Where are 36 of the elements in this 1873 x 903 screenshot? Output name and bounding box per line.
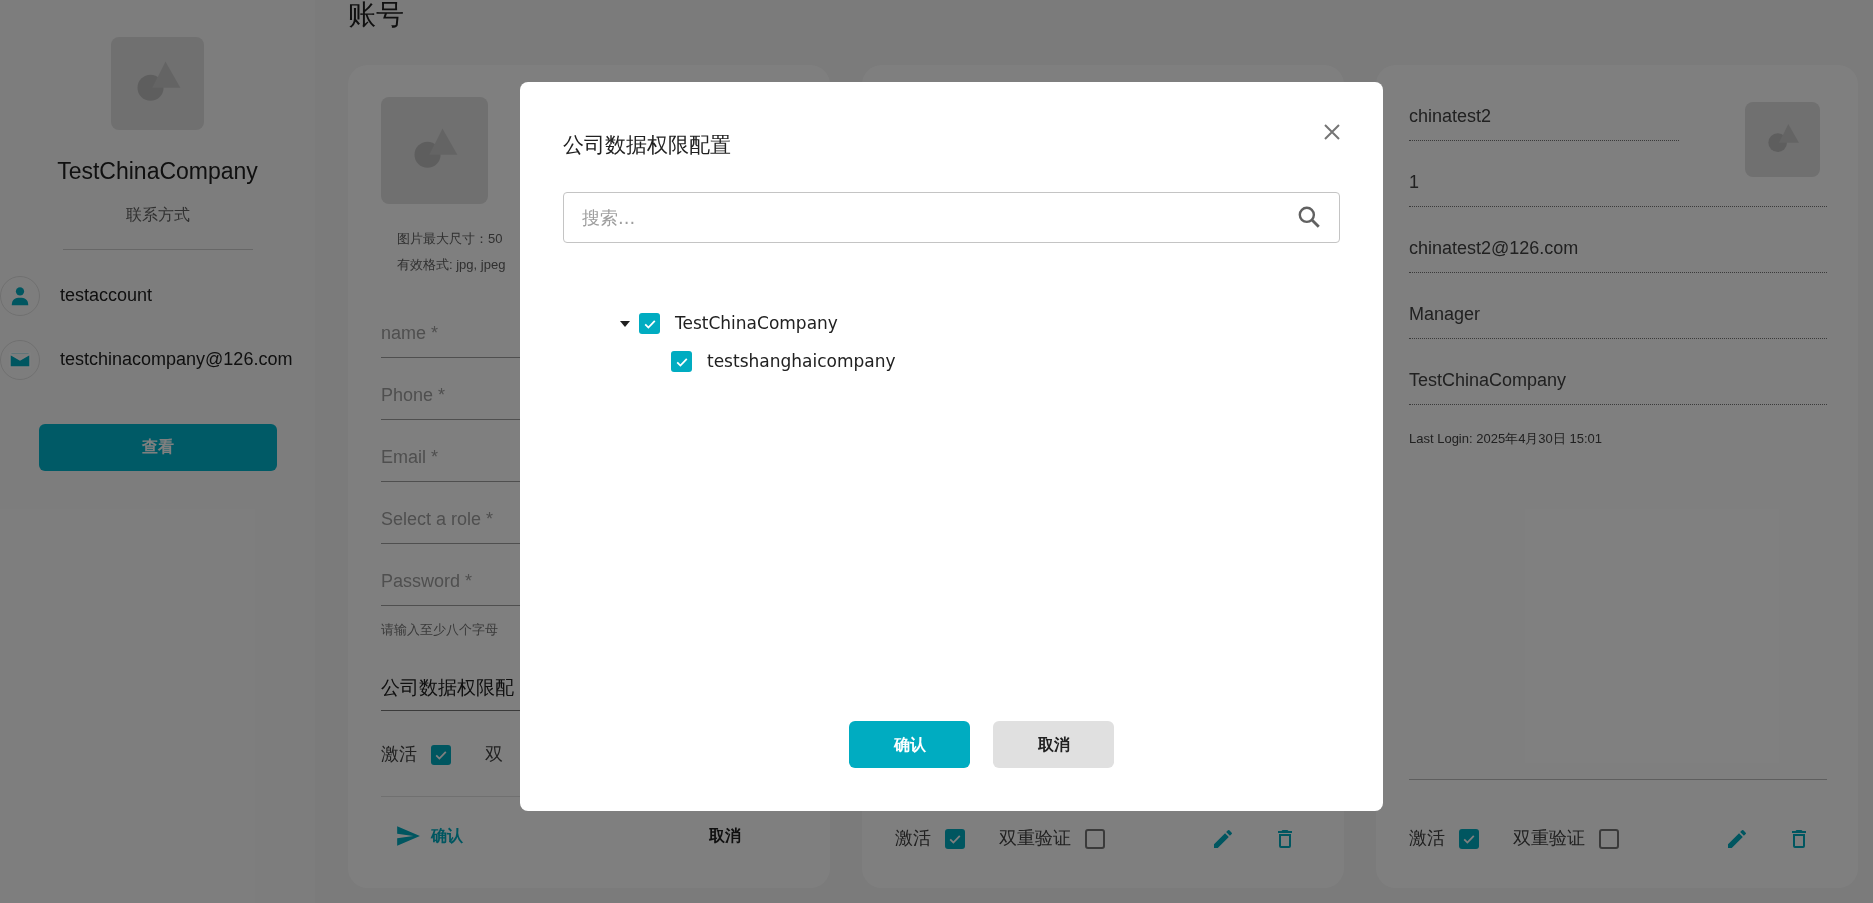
contact-text: testaccount xyxy=(60,284,153,307)
checkbox[interactable] xyxy=(945,828,965,849)
value-field: TestChinaCompany xyxy=(1409,339,1827,405)
toggle-label: 双重验证 xyxy=(1513,827,1585,850)
cancel-button[interactable]: 取消 xyxy=(993,721,1114,768)
send-icon xyxy=(395,823,421,849)
contact-heading: 联系方式 xyxy=(125,204,190,225)
page-title: 账号 xyxy=(348,0,405,30)
toggle-label: 激活 xyxy=(895,827,931,850)
company-name: TestChinaCompany xyxy=(57,157,258,186)
value-field: chinatest2 xyxy=(1409,75,1679,141)
contact-text: testchinacompany@126.com xyxy=(60,348,293,371)
tree-item-label[interactable]: TestChinaCompany xyxy=(675,310,838,337)
checkbox[interactable] xyxy=(431,744,451,765)
image-hint: 图片最大尺寸：50 xyxy=(397,230,504,248)
checkbox[interactable] xyxy=(671,351,692,372)
checkbox[interactable] xyxy=(1599,828,1619,849)
toggle-label: 双 xyxy=(485,743,503,766)
checkbox[interactable] xyxy=(639,313,660,334)
dialog-title: 公司数据权限配置 xyxy=(563,132,731,159)
toggle-label: 双重验证 xyxy=(999,827,1071,850)
tree-item-label[interactable]: testshanghaicompany xyxy=(707,348,896,375)
last-login: Last Login: 2025年4月30日 15:01 xyxy=(1409,430,1603,448)
cancel-button[interactable]: 取消 xyxy=(709,824,741,848)
toggle-label: 激活 xyxy=(1409,827,1445,850)
checkbox[interactable] xyxy=(1459,828,1479,849)
checkbox[interactable] xyxy=(1085,828,1105,849)
confirm-button[interactable]: 确认 xyxy=(849,721,970,768)
caret-icon[interactable] xyxy=(620,318,630,329)
value-field: Manager xyxy=(1409,273,1827,339)
search-field[interactable]: 搜索... xyxy=(563,191,1340,243)
toggle-label: 激活 xyxy=(381,743,417,766)
image-hint: 有效格式: jpg, jpeg xyxy=(397,255,507,274)
close-icon[interactable] xyxy=(1322,122,1342,142)
value-field: chinatest2@126.com xyxy=(1409,207,1827,273)
password-hint: 请输入至少八个字母 xyxy=(381,621,499,639)
